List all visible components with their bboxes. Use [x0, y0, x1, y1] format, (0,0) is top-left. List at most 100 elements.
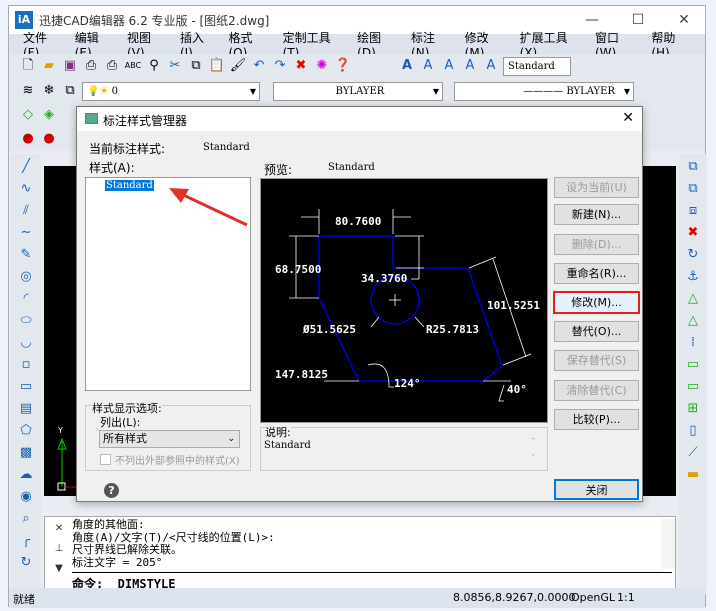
lengthen-icon[interactable]: ⟋ [684, 444, 702, 462]
move-icon[interactable]: ⧉ [684, 158, 702, 176]
clear-override-button[interactable]: 清除替代(C) [554, 380, 639, 401]
close-icon[interactable]: ✕ [47, 519, 71, 539]
find-icon[interactable]: ⚲ [145, 57, 163, 75]
text-style-icon[interactable]: A [461, 57, 479, 75]
rename-button[interactable]: 重命名(R)... [554, 263, 639, 284]
sketch-icon[interactable]: ✎ [17, 246, 35, 264]
print-preview-icon[interactable]: ⎙ [103, 57, 121, 75]
multiline-icon[interactable]: ⫽ [17, 202, 35, 220]
description-scroll[interactable]: ⌃ ⌄ [529, 436, 537, 460]
measure-icon[interactable]: ▬ [684, 466, 702, 484]
stretch-icon[interactable]: ⁞ [684, 334, 702, 352]
break-icon[interactable]: ⊞ [684, 400, 702, 418]
print-icon[interactable]: ⎙ [82, 57, 100, 75]
scale-icon[interactable]: △ [684, 312, 702, 330]
close-dialog-button[interactable]: 关闭 [554, 479, 639, 500]
array-icon[interactable]: △ [684, 290, 702, 308]
region-icon[interactable]: ▩ [17, 444, 35, 462]
find-text-icon[interactable]: A [482, 57, 500, 75]
compare-button[interactable]: 比较(P)... [554, 409, 639, 430]
text-style-select[interactable]: Standard [503, 56, 571, 76]
dim-left: 68.7500 [275, 263, 321, 276]
color-select[interactable]: BYLAYER ▼ [273, 81, 443, 101]
save-icon[interactable]: ▣ [61, 57, 79, 75]
dialog-close-button[interactable]: ✕ [622, 110, 634, 126]
match-properties-icon[interactable]: 🖌 [229, 57, 247, 75]
history-line: 标注文字 = 205° [72, 555, 163, 569]
point-icon[interactable]: ▫ [17, 356, 35, 374]
layer-manager-icon[interactable]: ≋ [19, 82, 37, 100]
explode-icon[interactable]: ✺ [313, 57, 331, 75]
modify-button[interactable]: 修改(M)... [553, 291, 640, 314]
list-filter-select[interactable]: 所有样式 ⌄ [99, 430, 240, 448]
dimstyle-preview: 80.7600 68.7500 34.3760 101.5251 Ø51.562… [260, 178, 548, 423]
arc-icon[interactable]: ◜ [17, 290, 35, 308]
mtext-icon[interactable]: A [419, 57, 437, 75]
dim-angle-124: 124° [394, 377, 421, 390]
description-label: 说明: [265, 424, 291, 440]
donut-icon[interactable]: ◉ [17, 488, 35, 506]
delete-button[interactable]: 删除(D)... [554, 234, 639, 255]
render-icon[interactable]: ● [40, 130, 58, 148]
paste-icon[interactable]: 📋 [208, 57, 226, 75]
renderer[interactable]: OpenGL [571, 591, 615, 604]
fillet-icon[interactable]: ╭ [17, 532, 35, 550]
copy-object-icon[interactable]: ⧉ [684, 180, 702, 198]
dialog-title: 标注样式管理器 [103, 114, 188, 128]
undo-icon[interactable]: ↶ [250, 57, 268, 75]
description-text: Standard [264, 440, 311, 451]
box-icon[interactable]: ◇ [19, 106, 37, 124]
linetype-select[interactable]: ———— BYLAYER ▼ [454, 81, 634, 101]
sphere-icon[interactable]: ● [19, 130, 37, 148]
copy-icon[interactable]: ⧉ [187, 57, 205, 75]
rectangle-icon[interactable]: ▭ [17, 378, 35, 396]
layer-name: 0 [111, 85, 118, 97]
new-icon[interactable]: 🗋 [19, 57, 37, 75]
polyline-icon[interactable]: ∿ [17, 180, 35, 198]
ellipse-arc-icon[interactable]: ◡ [17, 334, 35, 352]
exclude-xref-checkbox[interactable] [100, 454, 111, 465]
rotate-icon[interactable]: ↻ [684, 246, 702, 264]
circle-icon[interactable]: ◎ [17, 268, 35, 286]
set-current-button[interactable]: 设为当前(U) [554, 177, 639, 198]
cloud-icon[interactable]: ☁ [17, 466, 35, 484]
regen-icon[interactable]: ↻ [17, 554, 35, 572]
style-item-standard[interactable]: Standard [105, 180, 154, 191]
override-button[interactable]: 替代(O)... [554, 321, 639, 342]
command-scrollbar[interactable] [661, 519, 675, 569]
extend-icon[interactable]: ▭ [684, 378, 702, 396]
redo-icon[interactable]: ↷ [271, 57, 289, 75]
delete-icon[interactable]: ✖ [684, 224, 702, 242]
ellipse-icon[interactable]: ⬭ [17, 312, 35, 330]
polygon-icon[interactable]: ⬠ [17, 422, 35, 440]
history-line: 角度的其他面: [72, 518, 145, 531]
command-history: 角度的其他面: 角度(A)/文字(T)/<尺寸线的位置(L)>: 尺寸界线已解除… [72, 518, 662, 569]
layer-state-icon[interactable]: ⧉ [61, 82, 79, 100]
draw-toolbar: ╱ ∿ ⫽ ∼ ✎ ◎ ◜ ⬭ ◡ ▫ ▭ ▤ ⬠ ▩ ☁ ◉ ⌕ ╭ ↻ [11, 154, 41, 594]
mirror-icon[interactable]: ⧈ [684, 202, 702, 220]
wipeout-icon[interactable]: ⌕ [17, 510, 35, 528]
save-override-button[interactable]: 保存替代(S) [554, 350, 639, 371]
layer-select[interactable]: 💡☀ 0 ▼ [82, 81, 260, 101]
help-icon[interactable]: ❓ [334, 57, 352, 75]
anchor-icon[interactable]: ⚓ [684, 268, 702, 286]
erase-icon[interactable]: ✖ [292, 57, 310, 75]
hatch-icon[interactable]: ▤ [17, 400, 35, 418]
pin-icon[interactable]: ⊥ [47, 539, 71, 559]
chamfer-icon[interactable]: ▯ [684, 422, 702, 440]
pyramid-icon[interactable]: ◈ [40, 106, 58, 124]
dropdown-icon[interactable]: ▼ [47, 559, 71, 579]
cut-icon[interactable]: ✂ [166, 57, 184, 75]
trim-icon[interactable]: ▭ [684, 356, 702, 374]
line-icon[interactable]: ╱ [17, 158, 35, 176]
text-edit-icon[interactable]: A [440, 57, 458, 75]
new-button[interactable]: 新建(N)... [554, 204, 639, 225]
help-icon[interactable]: ? [104, 483, 119, 498]
annotation-scale[interactable]: 1:1 [617, 591, 635, 604]
text-icon[interactable]: A [398, 57, 416, 75]
spline-icon[interactable]: ∼ [17, 224, 35, 242]
open-icon[interactable]: ▰ [40, 57, 58, 75]
spellcheck-icon[interactable]: ABC [124, 57, 142, 75]
layer-freeze-icon[interactable]: ❄ [40, 82, 58, 100]
dim-radius: R25.7813 [426, 323, 479, 336]
